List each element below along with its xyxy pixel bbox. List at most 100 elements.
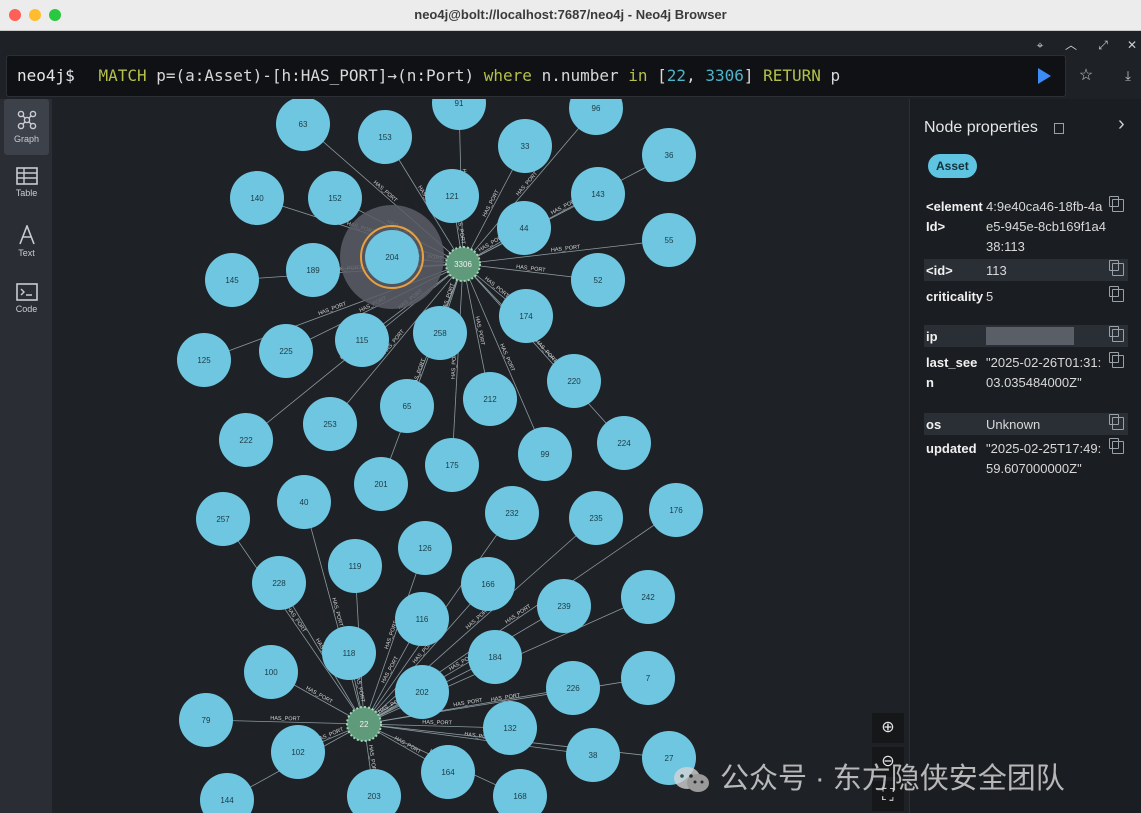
edge-label: HAS_PORT (270, 716, 300, 723)
asset-node-label: 125 (197, 356, 211, 365)
view-table-tab[interactable]: Table (4, 157, 49, 213)
watermark-text: 公众号 · 东方隐侠安全团队 (720, 763, 1065, 795)
asset-node-label: 203 (367, 792, 381, 801)
asset-node-label: 118 (343, 649, 356, 658)
edge-label: HAS_PORT (515, 170, 539, 197)
edge-label: HAS_PORT (285, 606, 307, 634)
asset-node-label: 152 (328, 194, 342, 203)
copy-icon[interactable] (1109, 438, 1124, 454)
asset-node-label: 102 (291, 748, 305, 757)
asset-node-label: 119 (349, 562, 362, 571)
graph-visualization[interactable]: HAS_PORT HAS_PORT HAS_PORT HAS_PORT HAS_PORT… (52, 99, 908, 813)
query-token: 22 (666, 66, 687, 85)
edge-label: HAS_PORT (305, 686, 334, 706)
query-token: MATCH (98, 66, 147, 85)
property-key: <id> (926, 263, 953, 278)
asset-node-label: 226 (566, 684, 580, 693)
asset-node-label: 225 (279, 347, 293, 356)
graph-canvas[interactable]: HAS_PORT HAS_PORT HAS_PORT HAS_PORT HAS_PORT… (52, 99, 908, 813)
query-token: , (686, 66, 706, 85)
redacted-value (986, 327, 1074, 345)
asset-node-label: 65 (403, 402, 412, 411)
property-value: "2025-02-25T17:49:59.607000000Z" (986, 441, 1102, 476)
asset-node-label: 116 (416, 615, 429, 624)
property-row: criticality 5 (924, 285, 1128, 325)
copy-icon[interactable] (1109, 286, 1124, 302)
asset-node-label: 121 (445, 192, 459, 201)
view-graph-label: Graph (13, 134, 39, 144)
asset-node-label: 7 (646, 674, 651, 683)
query-text[interactable]: MATCH p=(a:Asset)-[h:HAS_PORT]→(n:Port) … (98, 66, 840, 85)
editor-prompt: neo4j$ (17, 66, 75, 85)
asset-node[interactable] (347, 769, 401, 813)
edge-label: HAS_PORT (534, 339, 559, 365)
edge-label: HAS_PORT (318, 301, 348, 317)
asset-node-label: 224 (617, 439, 631, 448)
query-token: n.number (531, 66, 629, 85)
property-key: ip (926, 329, 938, 344)
edge-label: HAS_PORT (498, 343, 515, 373)
collapse-panel-icon[interactable]: › (1118, 113, 1125, 136)
property-key: last_seen (926, 355, 978, 390)
asset-node-label: 140 (250, 194, 264, 203)
edge-label: HAS_PORT (483, 276, 510, 300)
copy-icon[interactable] (1109, 414, 1124, 430)
copy-icon[interactable] (1109, 352, 1124, 368)
favorite-star-icon[interactable]: ☆ (1076, 66, 1096, 86)
asset-node-label: 232 (505, 509, 519, 518)
edge-label: HAS_PORT (482, 189, 501, 219)
asset-node-label: 235 (589, 514, 603, 523)
port-node-label: 22 (360, 720, 369, 729)
node-label-pill[interactable]: Asset (928, 154, 977, 178)
asset-node-label: 184 (488, 653, 502, 662)
zoom-in-button[interactable]: ⊕ (872, 713, 904, 743)
asset-node-label: 202 (415, 688, 429, 697)
view-table-label: Table (15, 188, 38, 198)
view-graph-tab[interactable]: Graph (4, 99, 49, 155)
asset-node-label: 258 (433, 329, 447, 338)
query-token: [ (647, 66, 667, 85)
property-key: criticality (926, 289, 984, 304)
close-frame-icon[interactable]: ✕ (1122, 35, 1141, 55)
query-token: p=(a:Asset)-[h:HAS_PORT]→(n:Port) (146, 66, 484, 85)
asset-node-label: 99 (541, 450, 550, 459)
asset-node-label: 100 (264, 668, 278, 677)
query-token: p (820, 66, 841, 85)
view-text-tab[interactable]: Text (4, 215, 49, 271)
copy-all-icon[interactable] (1054, 123, 1064, 134)
property-key: updated (926, 441, 977, 456)
copy-icon[interactable] (1109, 326, 1124, 342)
asset-node[interactable] (200, 773, 254, 813)
property-value: "2025-02-26T01:31:03.035484000Z" (986, 355, 1102, 390)
run-query-button[interactable] (1034, 66, 1054, 86)
asset-node-label: 132 (503, 724, 517, 733)
node-properties-panel: Node properties › Asset <elementId> 4:9e4… (909, 99, 1141, 813)
properties-title: Node properties (924, 119, 1038, 136)
asset-node-label: 115 (356, 336, 369, 345)
cypher-query-editor[interactable]: neo4j$ MATCH p=(a:Asset)-[h:HAS_PORT]→(n… (6, 55, 1066, 97)
asset-node-label: 220 (567, 377, 581, 386)
collapse-icon[interactable]: ︿ (1061, 35, 1081, 55)
asset-node-label: 44 (520, 224, 529, 233)
asset-node-label: 144 (220, 796, 234, 805)
asset-node-label: 40 (300, 498, 309, 507)
property-value: 4:9e40ca46-18fb-4ae5-945e-8cb169f1a438:1… (986, 199, 1106, 254)
copy-icon[interactable] (1109, 260, 1124, 276)
download-icon[interactable]: ⤓ (1118, 66, 1138, 86)
asset-node-label: 36 (665, 151, 674, 160)
edge-label: HAS_PORT (422, 720, 452, 727)
asset-node-label: 175 (445, 461, 459, 470)
property-key: os (926, 417, 942, 432)
property-value (986, 327, 1106, 351)
asset-node-label: 239 (557, 602, 571, 611)
copy-icon[interactable] (1109, 196, 1124, 212)
window-title: neo4j@bolt://localhost:7687/neo4j - Neo4… (414, 7, 727, 22)
neo4j-browser: ⌖ ︿ ⤢ ✕ neo4j$ MATCH p=(a:Asset)-[h:HAS_… (0, 31, 1141, 813)
property-row: <elementId> 4:9e40ca46-18fb-4ae5-945e-8cb… (924, 195, 1128, 255)
view-code-tab[interactable]: Code (4, 273, 49, 329)
edge-label: HAS_PORT (381, 655, 401, 684)
asset-node[interactable] (493, 769, 547, 813)
fullscreen-icon[interactable]: ⤢ (1093, 35, 1113, 55)
pin-icon[interactable]: ⌖ (1030, 35, 1050, 55)
property-value: 5 (986, 289, 994, 304)
